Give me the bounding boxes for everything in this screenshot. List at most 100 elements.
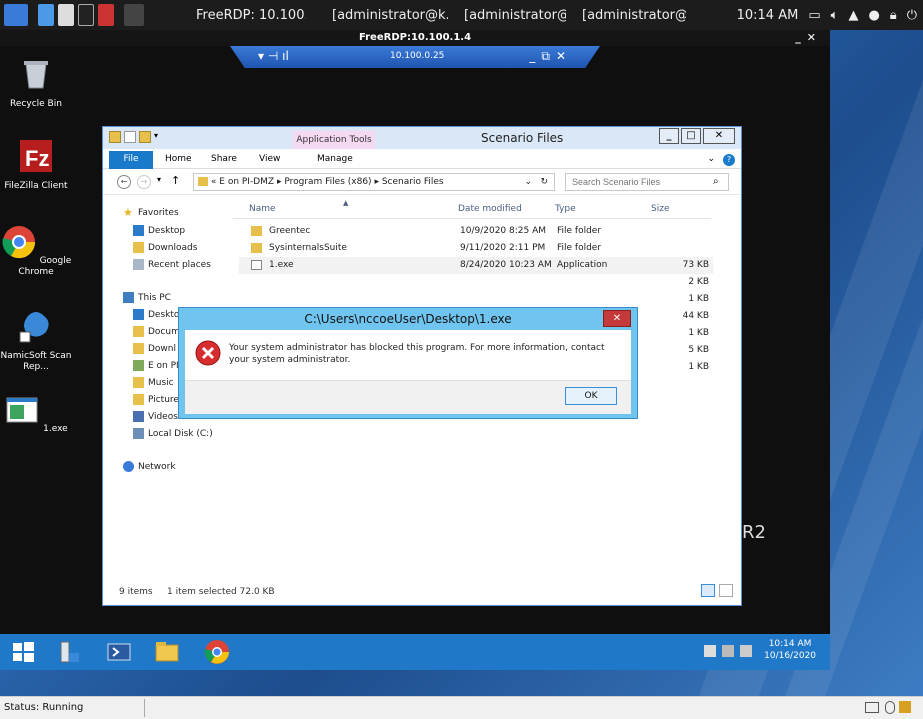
file-explorer-icon[interactable] (154, 639, 180, 665)
nav-item-downloads[interactable]: Downloads (133, 242, 197, 253)
desktop-icon-1exe[interactable]: 1.exe (0, 392, 72, 435)
close-icon[interactable]: ✕ (807, 31, 822, 44)
column-header-size[interactable]: Size (651, 204, 669, 214)
tray-network-icon[interactable] (722, 645, 734, 657)
dialog-close-button[interactable]: ✕ (603, 310, 631, 327)
address-segment-drive[interactable]: E on PI-DMZ (219, 177, 274, 187)
nav-item-network[interactable]: Network (123, 461, 176, 472)
nav-item-recent-places[interactable]: Recent places (133, 259, 211, 270)
pin-icon[interactable]: ▾ (258, 49, 264, 63)
nav-item-local-disk[interactable]: Local Disk (C:) (133, 428, 213, 439)
ok-button[interactable]: OK (565, 387, 617, 405)
explorer-minimize-button[interactable]: _ (659, 128, 679, 144)
nav-item-music[interactable]: Music (133, 377, 174, 388)
notification-bell-icon[interactable]: ▲ (848, 8, 858, 23)
explorer-maximize-button[interactable]: □ (681, 128, 701, 144)
desktop-icon-recycle-bin[interactable]: Recycle Bin (0, 56, 72, 110)
connection-signal-icon: ⊣ ıl (267, 49, 289, 63)
keyboard-icon[interactable] (865, 702, 879, 713)
address-overflow[interactable]: « (211, 177, 217, 187)
nav-item-this-pc[interactable]: This PC (123, 292, 171, 303)
ribbon-expand-icon[interactable]: ⌄ (707, 154, 715, 164)
powershell-icon[interactable] (106, 639, 132, 665)
terminal-icon[interactable] (78, 4, 94, 26)
tab-manage[interactable]: Manage (317, 154, 353, 164)
table-row[interactable]: Greentec 10/9/2020 8:25 AM File folder (239, 223, 713, 240)
windows-start-icon[interactable] (10, 639, 36, 665)
tray-security-icon[interactable] (704, 645, 716, 657)
display-icon[interactable]: ▭ (808, 8, 820, 23)
address-segment-program-files[interactable]: Program Files (x86) (284, 177, 371, 187)
power-icon[interactable]: ⏻ (907, 8, 917, 23)
volume-icon[interactable]: 🔈︎ (831, 8, 839, 23)
rdp-close-icon[interactable]: ✕ (556, 49, 572, 63)
mouse-icon[interactable] (885, 701, 895, 714)
recent-locations-icon[interactable]: ▾ (157, 175, 161, 184)
search-icon[interactable]: ⌕ (713, 176, 719, 187)
column-header-type[interactable]: Type (555, 204, 576, 214)
desktop-icon-filezilla[interactable]: Fz FileZilla Client (0, 138, 72, 192)
kali-menu-icon[interactable] (4, 4, 28, 26)
back-icon[interactable]: ← (117, 175, 131, 189)
nav-item-pc-downloads[interactable]: Downl (133, 343, 176, 354)
nav-item-desktop[interactable]: Desktop (133, 225, 185, 236)
table-row[interactable]: SysinternalsSuite 9/11/2020 2:11 PM File… (239, 240, 713, 257)
details-view-icon[interactable] (701, 584, 715, 597)
contextual-tab-application-tools[interactable]: Application Tools (293, 131, 375, 151)
desktop-icon-namicsoft[interactable]: NamicSoft Scan Rep... (0, 308, 72, 373)
table-row[interactable]: 1.exe 8/24/2020 10:23 AM Application 73 … (239, 257, 713, 274)
address-bar[interactable]: « E on PI-DMZ ▸ Program Files (x86) ▸ Sc… (193, 173, 555, 191)
address-segment-scenario-files[interactable]: Scenario Files (382, 177, 444, 187)
file-size: 2 KB (688, 277, 709, 287)
address-row: ← → ▾ ↑ « E on PI-DMZ ▸ Program Files (x… (103, 169, 741, 195)
task-terminal-3[interactable]: [administrator@k... (582, 8, 686, 23)
desktop-icon-label: NamicSoft Scan Rep... (0, 351, 72, 372)
tab-home[interactable]: Home (165, 154, 192, 164)
column-header-date-modified[interactable]: Date modified (458, 204, 522, 214)
up-icon[interactable]: ↑ (171, 174, 180, 187)
freerdp-launcher-icon[interactable] (124, 4, 144, 26)
task-terminal-1[interactable]: [administrator@k... (332, 8, 448, 23)
tab-share[interactable]: Share (211, 154, 237, 164)
host-clock[interactable]: 10:14 AM (737, 8, 799, 23)
tray-volume-icon[interactable] (740, 645, 752, 657)
tab-view[interactable]: View (259, 154, 280, 164)
screenshot-icon[interactable] (98, 4, 114, 26)
chrome-icon[interactable] (204, 639, 230, 665)
table-row[interactable]: 1 KB (239, 291, 713, 308)
outer-status-bar: Status: Running (0, 696, 923, 719)
file-manager-icon[interactable] (58, 4, 74, 26)
nav-item-favorites[interactable]: ★ Favorites (123, 207, 179, 218)
new-folder-icon[interactable] (139, 131, 151, 143)
search-input[interactable] (565, 173, 729, 191)
rdp-minimize-icon[interactable]: _ (529, 49, 541, 63)
column-header-name[interactable]: Name (249, 204, 276, 214)
nav-item-documents[interactable]: Docum (133, 326, 180, 337)
qat-dropdown-icon[interactable]: ▾ (154, 131, 166, 143)
desktop-icon-label: FileZilla Client (4, 181, 68, 191)
tab-file[interactable]: File (109, 151, 153, 169)
refresh-icon[interactable]: ↻ (540, 174, 548, 190)
status-text: Status: Running (4, 702, 84, 713)
table-row[interactable]: 2 KB (239, 274, 713, 291)
show-desktop-icon[interactable] (38, 4, 54, 26)
help-icon[interactable]: ? (723, 154, 735, 166)
forward-icon[interactable]: → (137, 175, 151, 189)
rdp-restore-icon[interactable]: ⧉ (541, 49, 556, 63)
large-icons-view-icon[interactable] (719, 584, 733, 597)
nav-item-network-drive[interactable]: E on PI (133, 360, 179, 371)
nav-item-videos[interactable]: Videos (133, 411, 178, 422)
nav-item-pictures[interactable]: Pictures (133, 394, 184, 405)
status-icon[interactable]: ● (868, 8, 879, 23)
address-dropdown-icon[interactable]: ⌄ (524, 174, 532, 190)
nav-item-pc-desktop[interactable]: Deskto (133, 309, 179, 320)
properties-icon[interactable] (124, 131, 136, 143)
freerdp-task-title[interactable]: FreeRDP: 10.100.... (196, 8, 306, 23)
explorer-close-button[interactable]: ✕ (703, 128, 735, 144)
desktop-icon-chrome[interactable]: Google Chrome (0, 224, 72, 278)
remote-clock[interactable]: 10:14 AM 10/16/2020 (764, 638, 816, 662)
minimize-icon[interactable]: _ (795, 31, 807, 44)
server-manager-icon[interactable] (56, 639, 82, 665)
lock-icon[interactable]: 🔒︎ (890, 8, 897, 23)
task-terminal-2[interactable]: [administrator@k... (464, 8, 566, 23)
